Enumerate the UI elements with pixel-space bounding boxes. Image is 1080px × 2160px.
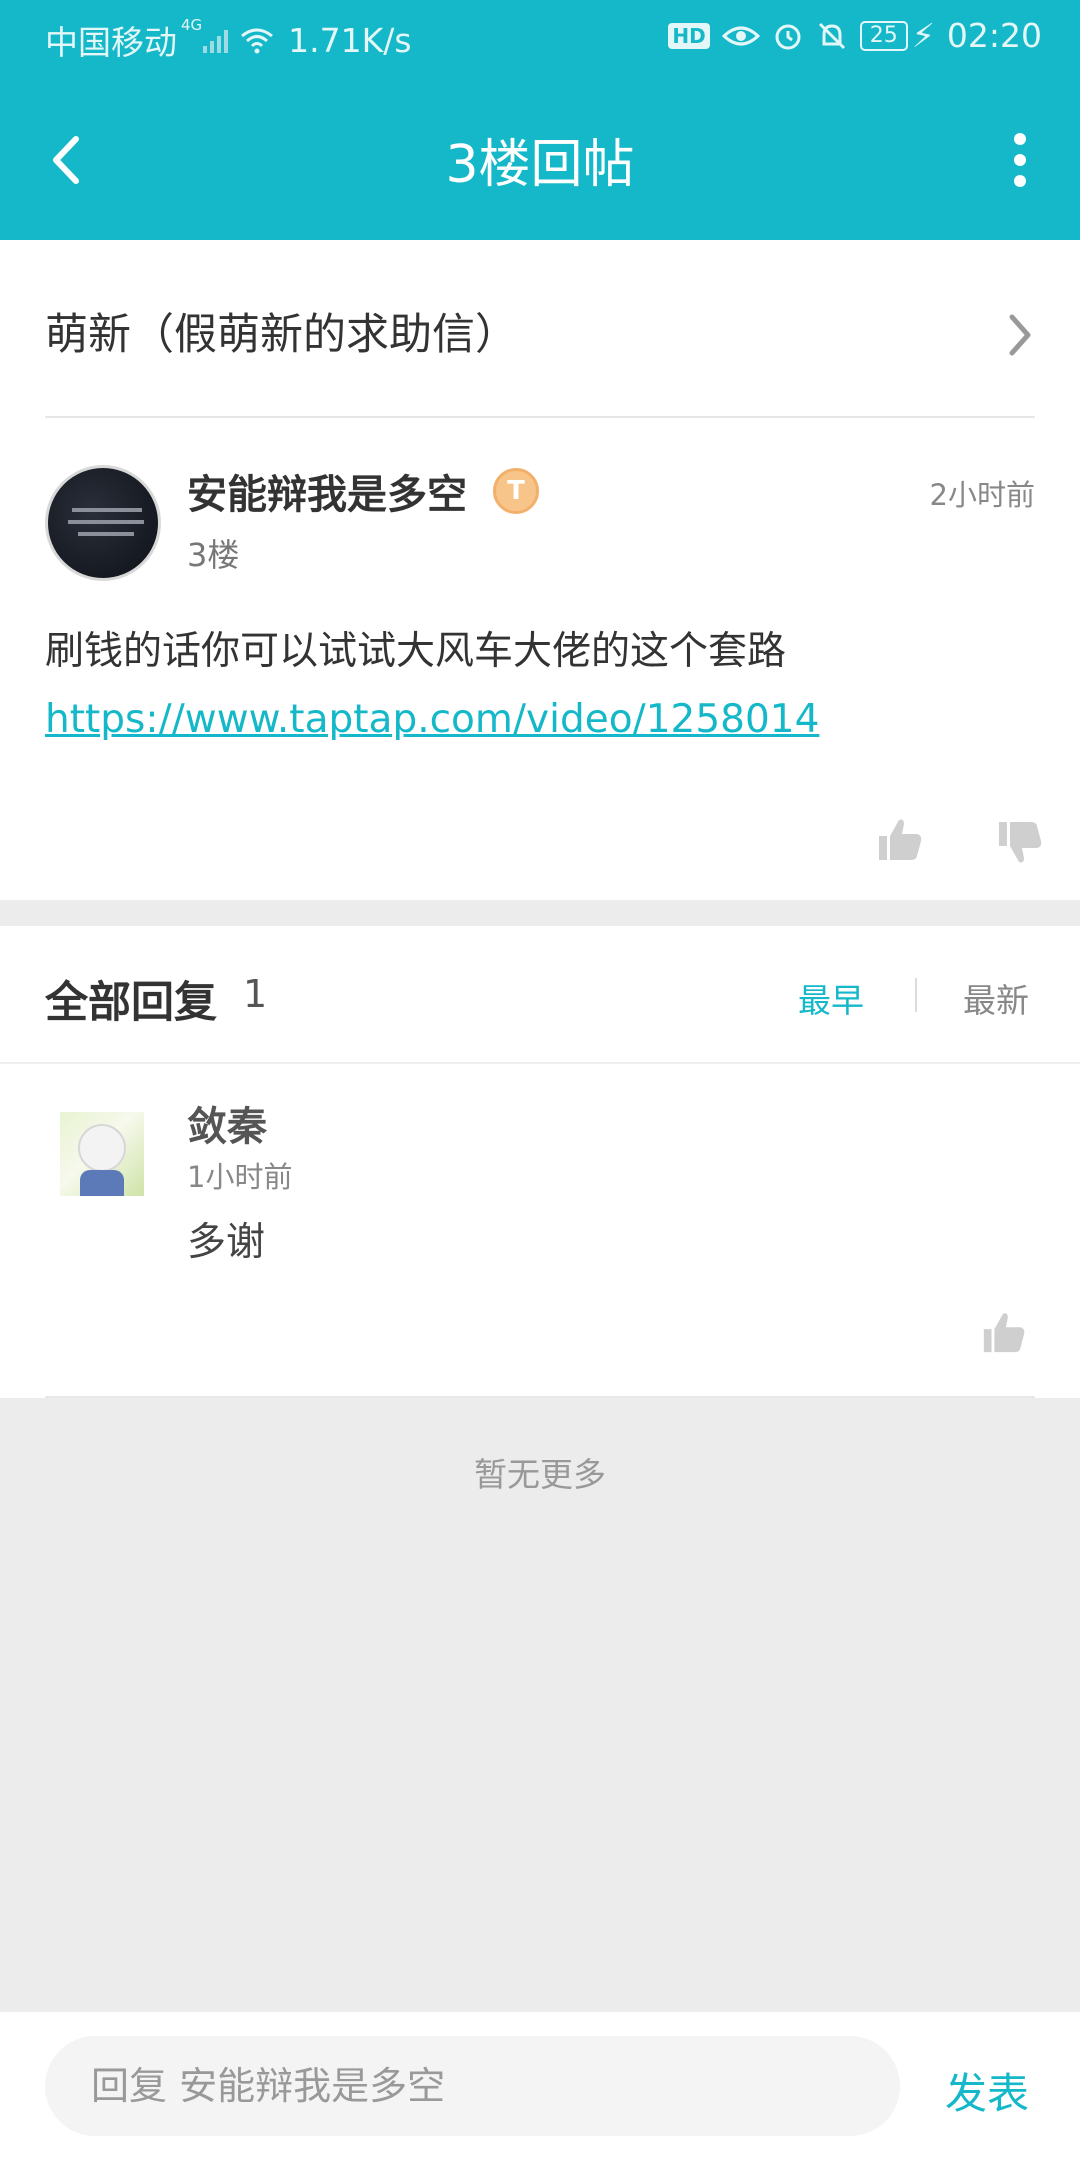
chevron-right-icon[interactable] (1000, 305, 1040, 365)
reply-time: 1小时前 (187, 1160, 293, 1194)
floor-number: 3楼 (187, 536, 240, 574)
carrier-label: 中国移动 (45, 23, 177, 62)
post-text: 刷钱的话你可以试试大风车大佬的这个套路 (45, 629, 787, 674)
post-link[interactable]: https://www.taptap.com/video/1258014 (45, 686, 819, 754)
divider (0, 1062, 1080, 1064)
status-bar: 中国移动 4G 1.71K/s HD 25 ⚡ 02:20 (0, 0, 1080, 80)
replies-card: 全部回复 1 最早 最新 敛秦 1小时前 多谢 (0, 926, 1080, 1398)
divider (45, 1396, 1035, 1398)
alarm-icon (775, 24, 801, 49)
reply-composer: 发表 (0, 2012, 1080, 2160)
eye-icon (721, 26, 760, 45)
network-speed-label: 1.71K/s (288, 20, 412, 60)
nav-bar: 3楼回帖 (0, 80, 1080, 240)
wifi-icon (241, 28, 274, 54)
back-arrow-icon[interactable] (40, 125, 100, 195)
thread-title-link[interactable]: 萌新（假萌新的求助信） (45, 300, 518, 362)
no-more-label: 暂无更多 (474, 1455, 606, 1494)
sort-newest-tab[interactable]: 最新 (963, 974, 1029, 1022)
reply-author-name[interactable]: 敛秦 (187, 1094, 267, 1152)
avatar-image-detail (78, 532, 134, 536)
more-vertical-icon[interactable] (990, 125, 1050, 195)
thumbs-down-icon[interactable] (995, 818, 1045, 868)
avatar-image-detail (78, 1124, 126, 1172)
thumbs-up-icon[interactable] (980, 1308, 1028, 1356)
reply-input[interactable] (45, 2036, 900, 2136)
status-right: HD 25 ⚡ 02:20 (656, 16, 1042, 55)
user-level-badge: T (493, 468, 539, 514)
replies-title: 全部回复 (45, 978, 217, 1028)
author-avatar[interactable] (45, 465, 161, 581)
page-title: 3楼回帖 (445, 135, 635, 195)
avatar-image-detail (72, 508, 142, 512)
reply-avatar[interactable] (60, 1112, 144, 1196)
thumbs-up-icon[interactable] (875, 814, 925, 864)
divider (45, 416, 1035, 418)
submit-button[interactable]: 发表 (945, 2060, 1029, 2121)
top-bar: 中国移动 4G 1.71K/s HD 25 ⚡ 02:20 3楼回帖 (0, 0, 1080, 240)
post-card: 萌新（假萌新的求助信） 安能辩我是多空 T 3楼 2小时前 刷钱的话你可以试试大… (0, 240, 1080, 900)
post-content: 刷钱的话你可以试试大风车大佬的这个套路 https://www.taptap.c… (45, 618, 819, 754)
replies-count: 1 (243, 972, 268, 1016)
hd-icon: HD (668, 22, 710, 49)
avatar-image-detail (68, 520, 144, 524)
clock-label: 02:20 (946, 16, 1042, 55)
post-time: 2小时前 (929, 478, 1035, 512)
status-left: 中国移动 4G 1.71K/s (45, 16, 412, 64)
author-name[interactable]: 安能辩我是多空 (187, 462, 467, 520)
sort-earliest-tab[interactable]: 最早 (798, 974, 864, 1022)
sort-separator (915, 978, 917, 1012)
network-type-label: 4G (181, 16, 203, 34)
signal-icon (203, 30, 229, 53)
battery-indicator: 25 (859, 20, 908, 51)
mute-bell-icon (818, 22, 845, 49)
reply-text: 多谢 (187, 1220, 266, 1265)
avatar-image-detail (80, 1170, 124, 1196)
charging-icon: ⚡ (911, 16, 935, 55)
